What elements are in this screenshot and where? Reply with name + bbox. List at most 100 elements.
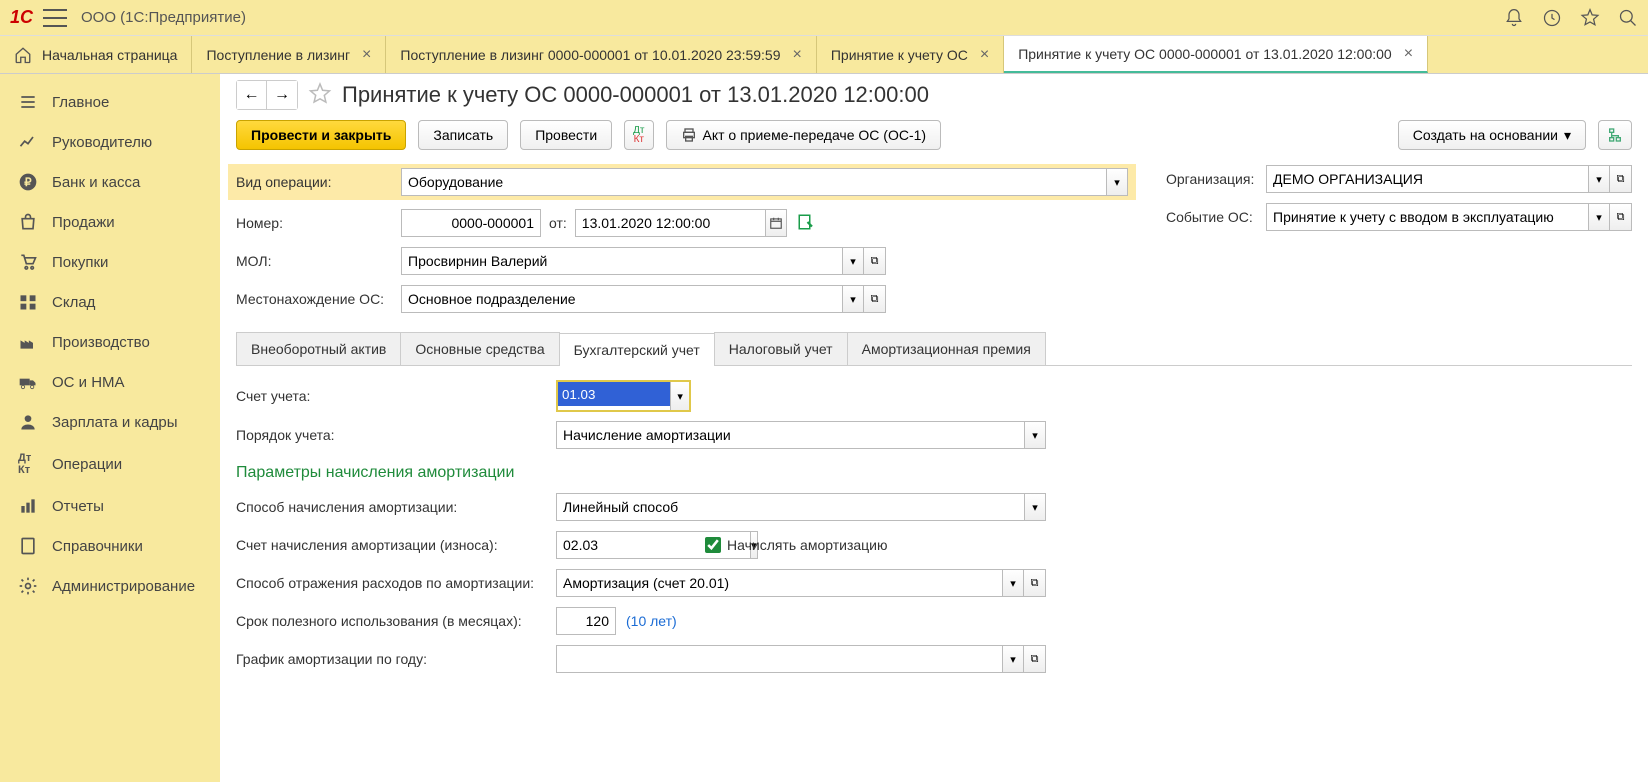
loc-label: Местонахождение ОС: bbox=[236, 291, 401, 307]
tab-fixed-assets[interactable]: Основные средства bbox=[400, 332, 559, 365]
order-field[interactable] bbox=[556, 421, 1024, 449]
open-button[interactable]: ⧉ bbox=[864, 285, 886, 313]
sidebar-item-production[interactable]: Производство bbox=[0, 322, 220, 362]
book-icon bbox=[18, 536, 38, 556]
history-icon[interactable] bbox=[1542, 8, 1562, 28]
save-button[interactable]: Записать bbox=[418, 120, 508, 150]
dropdown-button[interactable]: ▾ bbox=[670, 382, 689, 410]
star-icon[interactable] bbox=[1580, 8, 1600, 28]
tab-1[interactable]: Поступление в лизинг× bbox=[192, 36, 386, 73]
home-icon bbox=[14, 46, 32, 64]
loc-field[interactable] bbox=[401, 285, 842, 313]
method-field[interactable] bbox=[556, 493, 1024, 521]
open-button[interactable]: ⧉ bbox=[1024, 569, 1046, 597]
tab-4[interactable]: Принятие к учету ОС 0000-000001 от 13.01… bbox=[1004, 36, 1428, 73]
close-icon[interactable]: × bbox=[980, 46, 989, 64]
graph-field[interactable] bbox=[556, 645, 1002, 673]
number-field[interactable] bbox=[401, 209, 541, 237]
tab-home[interactable]: Начальная страница bbox=[0, 36, 192, 73]
dropdown-button[interactable]: ▾ bbox=[1588, 203, 1610, 231]
truck-icon bbox=[18, 372, 38, 392]
calendar-button[interactable] bbox=[765, 209, 787, 237]
sidebar-item-sales[interactable]: Продажи bbox=[0, 202, 220, 242]
op-type-field[interactable] bbox=[401, 168, 1106, 196]
mol-field[interactable] bbox=[401, 247, 842, 275]
sidebar-item-warehouse[interactable]: Склад bbox=[0, 282, 220, 322]
org-field[interactable] bbox=[1266, 165, 1588, 193]
dropdown-button[interactable]: ▾ bbox=[1024, 493, 1046, 521]
tab-noncurrent[interactable]: Внеоборотный актив bbox=[236, 332, 401, 365]
open-button[interactable]: ⧉ bbox=[864, 247, 886, 275]
sidebar-item-hr[interactable]: Зарплата и кадры bbox=[0, 402, 220, 442]
tab-tax[interactable]: Налоговый учет bbox=[714, 332, 848, 365]
event-field[interactable] bbox=[1266, 203, 1588, 231]
useful-label: Срок полезного использования (в месяцах)… bbox=[236, 613, 556, 629]
nav-buttons: ← → bbox=[236, 80, 298, 110]
dropdown-button[interactable]: ▾ bbox=[842, 247, 864, 275]
post-button[interactable]: Провести bbox=[520, 120, 612, 150]
op-type-label: Вид операции: bbox=[236, 174, 401, 190]
favorite-icon[interactable] bbox=[308, 82, 332, 109]
gear-icon bbox=[18, 576, 38, 596]
date-field[interactable] bbox=[575, 209, 765, 237]
account-field[interactable] bbox=[558, 382, 670, 406]
back-button[interactable]: ← bbox=[237, 81, 267, 109]
tab-accounting[interactable]: Бухгалтерский учет bbox=[559, 333, 715, 366]
structure-button[interactable] bbox=[1598, 120, 1632, 150]
useful-years[interactable]: (10 лет) bbox=[626, 613, 677, 629]
act-button[interactable]: Акт о приеме-передаче ОС (ОС-1) bbox=[666, 120, 942, 150]
calc-dep-checkbox[interactable]: Начислять амортизацию bbox=[705, 537, 888, 553]
close-icon[interactable]: × bbox=[1404, 45, 1413, 63]
dropdown-button[interactable]: ▾ bbox=[842, 285, 864, 313]
sidebar-item-manager[interactable]: Руководителю bbox=[0, 122, 220, 162]
open-button[interactable]: ⧉ bbox=[1610, 165, 1632, 193]
dropdown-button[interactable]: ▾ bbox=[1002, 645, 1024, 673]
search-icon[interactable] bbox=[1618, 8, 1638, 28]
calc-dep-input[interactable] bbox=[705, 537, 721, 553]
open-button[interactable]: ⧉ bbox=[1610, 203, 1632, 231]
dropdown-button[interactable]: ▾ bbox=[1002, 569, 1024, 597]
sidebar-item-main[interactable]: Главное bbox=[0, 82, 220, 122]
person-icon bbox=[18, 412, 38, 432]
from-label: от: bbox=[549, 215, 567, 231]
post-close-button[interactable]: Провести и закрыть bbox=[236, 120, 406, 150]
sidebar-item-assets[interactable]: ОС и НМА bbox=[0, 362, 220, 402]
dropdown-button[interactable]: ▾ bbox=[1106, 168, 1128, 196]
account-label: Счет учета: bbox=[236, 388, 556, 404]
status-icon[interactable] bbox=[797, 213, 815, 234]
tab-premium[interactable]: Амортизационная премия bbox=[847, 332, 1046, 365]
dropdown-button[interactable]: ▾ bbox=[1588, 165, 1610, 193]
bell-icon[interactable] bbox=[1504, 8, 1524, 28]
dtk-button[interactable]: ДтКт bbox=[624, 120, 653, 150]
close-icon[interactable]: × bbox=[362, 46, 371, 64]
sidebar-item-admin[interactable]: Администрирование bbox=[0, 566, 220, 606]
open-button[interactable]: ⧉ bbox=[1024, 645, 1046, 673]
close-icon[interactable]: × bbox=[793, 46, 802, 64]
dtk-icon: ДтКт bbox=[18, 452, 38, 476]
org-title: ООО (1С:Предприятие) bbox=[81, 9, 246, 26]
tab-2[interactable]: Поступление в лизинг 0000-000001 от 10.0… bbox=[386, 36, 816, 73]
sidebar-item-purchases[interactable]: Покупки bbox=[0, 242, 220, 282]
sidebar-item-bank[interactable]: ₽Банк и касса bbox=[0, 162, 220, 202]
dropdown-button[interactable]: ▾ bbox=[1024, 421, 1046, 449]
printer-icon bbox=[681, 127, 697, 143]
chart-icon bbox=[18, 132, 38, 152]
order-label: Порядок учета: bbox=[236, 427, 556, 443]
menu-icon[interactable] bbox=[43, 9, 67, 27]
bag-icon bbox=[18, 212, 38, 232]
exp-method-field[interactable] bbox=[556, 569, 1002, 597]
useful-field[interactable] bbox=[556, 607, 616, 635]
mol-label: МОЛ: bbox=[236, 253, 401, 269]
inner-tabs: Внеоборотный актив Основные средства Бух… bbox=[236, 332, 1632, 366]
sidebar-item-reference[interactable]: Справочники bbox=[0, 526, 220, 566]
tab-3[interactable]: Принятие к учету ОС× bbox=[817, 36, 1004, 73]
page-title: Принятие к учету ОС 0000-000001 от 13.01… bbox=[342, 82, 929, 108]
sidebar-item-reports[interactable]: Отчеты bbox=[0, 486, 220, 526]
exp-method-label: Способ отражения расходов по амортизации… bbox=[236, 575, 556, 591]
main-content: ← → Принятие к учету ОС 0000-000001 от 1… bbox=[220, 74, 1648, 782]
bars-icon bbox=[18, 496, 38, 516]
sidebar-item-operations[interactable]: ДтКтОперации bbox=[0, 442, 220, 486]
forward-button[interactable]: → bbox=[267, 81, 297, 109]
create-basis-button[interactable]: Создать на основании ▾ bbox=[1398, 120, 1586, 150]
org-label: Организация: bbox=[1166, 171, 1266, 187]
